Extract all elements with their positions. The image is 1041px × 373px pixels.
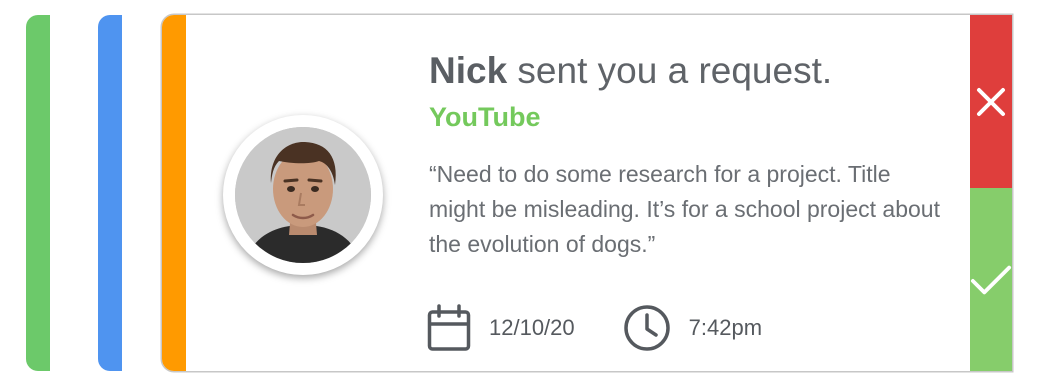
person-portrait-icon (235, 127, 371, 263)
clock-icon (623, 305, 670, 351)
request-date: 12/10/20 (489, 315, 575, 340)
platform-label: YouTube (429, 102, 541, 132)
stacked-card-green-edge[interactable] (26, 15, 50, 371)
notification-stack: Nick sent you a request. YouTube “Need t… (0, 0, 1041, 373)
card-accent-bar (162, 15, 186, 371)
calendar-icon (427, 304, 471, 351)
accept-button[interactable] (970, 188, 1012, 371)
request-message: “Need to do some research for a project.… (429, 161, 940, 257)
title-text: sent you a request. (507, 50, 833, 91)
decline-button[interactable] (970, 15, 1012, 188)
request-meta: 12/10/20 7:42pm (427, 304, 762, 352)
checkmark-icon (970, 265, 1012, 294)
request-content: Nick sent you a request. YouTube “Need t… (429, 49, 949, 262)
request-time: 7:42pm (688, 315, 763, 340)
request-title: Nick sent you a request. (429, 49, 949, 93)
stacked-card-blue-edge[interactable] (98, 15, 122, 371)
sender-name[interactable]: Nick (429, 50, 507, 91)
time-item: 7:42pm (623, 304, 762, 352)
avatar (223, 115, 383, 275)
request-card[interactable]: Nick sent you a request. YouTube “Need t… (162, 15, 1012, 371)
date-item: 12/10/20 (427, 304, 575, 352)
close-icon (977, 87, 1005, 116)
avatar-photo (235, 127, 371, 263)
